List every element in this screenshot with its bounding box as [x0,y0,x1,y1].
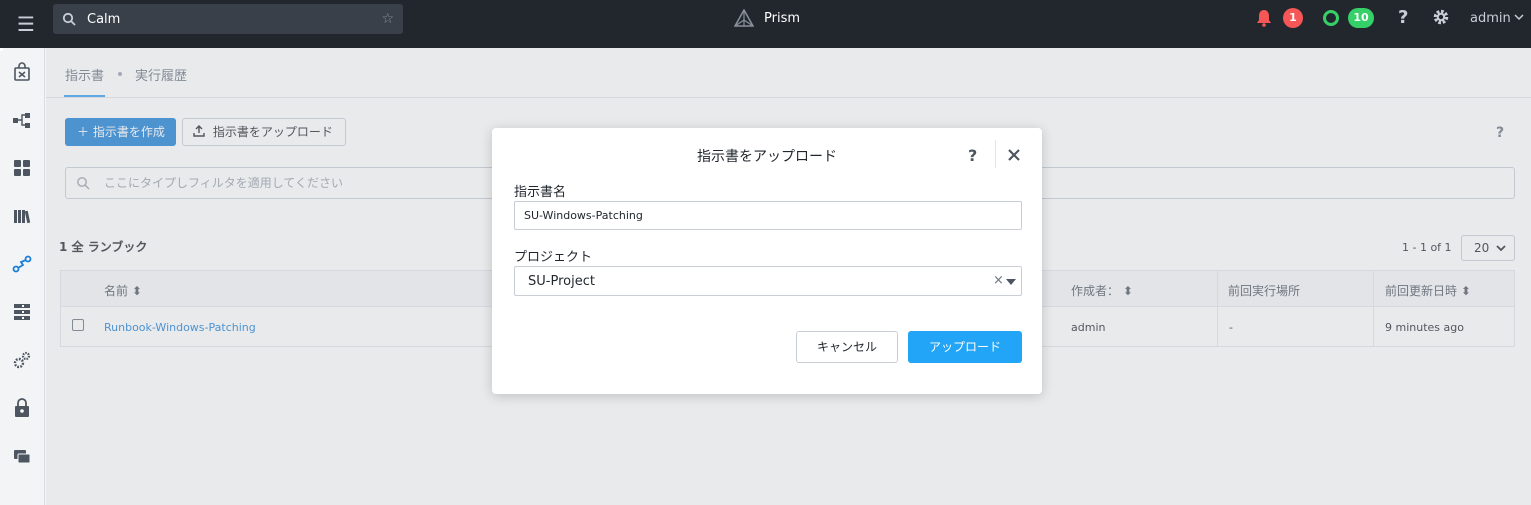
policies-icon[interactable] [12,398,32,418]
brand-name: Prism [764,10,801,26]
close-icon[interactable] [1007,148,1021,162]
projects-icon[interactable] [12,446,32,466]
task-status-icon[interactable] [1323,10,1339,26]
upload-button[interactable]: アップロード [908,331,1022,363]
top-bar: ☰ ☆ Prism 1 10 ? admin [0,0,1531,48]
menu-icon[interactable]: ☰ [12,10,40,38]
star-icon[interactable]: ☆ [381,11,394,27]
nav-marker [0,48,3,51]
project-select[interactable]: SU-Project × [514,266,1022,296]
alert-count-badge[interactable]: 1 [1283,8,1303,28]
user-menu[interactable]: admin [1470,11,1511,26]
task-count-badge[interactable]: 10 [1348,8,1374,28]
global-search-input[interactable] [87,4,367,34]
runbook-name-field[interactable] [514,201,1022,230]
chevron-down-icon[interactable] [1514,13,1524,21]
runbook-name-label: 指示書名 [514,185,567,200]
prism-logo-icon [734,9,754,27]
settings-icon[interactable] [12,350,32,370]
left-nav [0,48,45,505]
dialog-title: 指示書をアップロード [697,149,837,165]
project-select-value: SU-Project [528,274,595,289]
help-icon[interactable]: ? [1398,7,1408,28]
cancel-button[interactable]: キャンセル [796,331,898,363]
global-search[interactable]: ☆ [53,4,403,34]
gear-icon[interactable] [1432,8,1450,26]
search-icon [62,12,76,26]
marketplace-icon[interactable] [12,62,32,82]
dialog-header-divider [995,140,996,168]
endpoints-icon[interactable] [12,302,32,322]
library-icon[interactable] [12,206,32,226]
brand: Prism [734,9,800,27]
blueprints-icon[interactable] [12,110,32,130]
alert-bell-icon[interactable] [1256,9,1272,27]
caret-down-icon[interactable] [1006,279,1016,285]
dialog-help-icon[interactable]: ? [968,146,977,165]
upload-runbook-dialog: 指示書をアップロード ? 指示書名 プロジェクト SU-Project × キャ… [492,128,1042,394]
project-label: プロジェクト [514,250,593,265]
clear-selection-icon[interactable]: × [993,273,1004,288]
applications-icon[interactable] [12,158,32,178]
runbooks-icon[interactable] [12,254,32,274]
